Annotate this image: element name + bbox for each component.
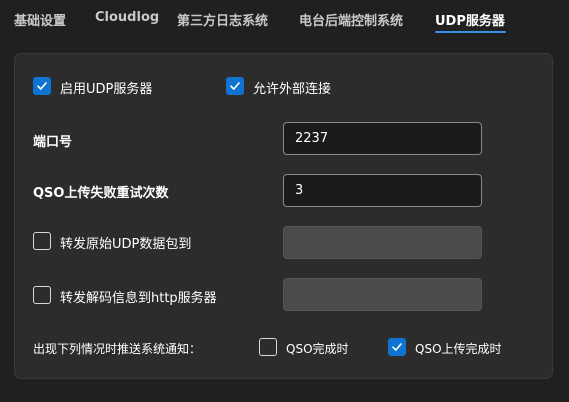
retry-count-label: QSO上传失败重试次数 [33,186,169,201]
tab-basic-settings[interactable]: 基础设置 [14,10,66,29]
tab-radio-backend-control[interactable]: 电台后端控制系统 [299,10,403,29]
enable-udp-label: 启用UDP服务器 [60,82,153,97]
forward-raw-udp-checkbox[interactable] [33,232,51,250]
notify-upload-done-checkbox[interactable] [388,338,406,356]
enable-udp-checkbox[interactable] [33,77,51,95]
port-label: 端口号 [33,135,73,150]
settings-tab-bar: 基础设置 Cloudlog 第三方日志系统 电台后端控制系统 UDP服务器 [0,0,569,40]
checkmark-icon [392,343,402,351]
tab-cloudlog[interactable]: Cloudlog [95,10,159,25]
forward-raw-udp-label: 转发原始UDP数据包到 [60,237,192,252]
checkmark-icon [230,82,240,90]
notify-qso-done-label: QSO完成时 [286,342,349,356]
forward-raw-udp-input[interactable] [283,226,482,259]
allow-external-label: 允许外部连接 [253,82,332,97]
notify-upload-done-label: QSO上传完成时 [415,342,502,356]
port-input[interactable]: 2237 [283,122,482,155]
checkmark-icon [37,82,47,90]
notify-qso-done-checkbox[interactable] [259,338,277,356]
allow-external-checkbox[interactable] [226,77,244,95]
notify-label: 出现下列情况时推送系统通知： [33,342,202,356]
tab-udp-server[interactable]: UDP服务器 [435,10,505,29]
udp-settings-panel: 启用UDP服务器 允许外部连接 端口号 2237 QSO上传失败重试次数 3 转… [14,53,553,379]
forward-http-input[interactable] [283,278,482,311]
retry-count-input[interactable]: 3 [283,174,482,207]
forward-http-checkbox[interactable] [33,286,51,304]
forward-http-label: 转发解码信息到http服务器 [60,291,217,306]
tab-third-party-log[interactable]: 第三方日志系统 [177,10,268,29]
active-tab-indicator [435,31,506,33]
